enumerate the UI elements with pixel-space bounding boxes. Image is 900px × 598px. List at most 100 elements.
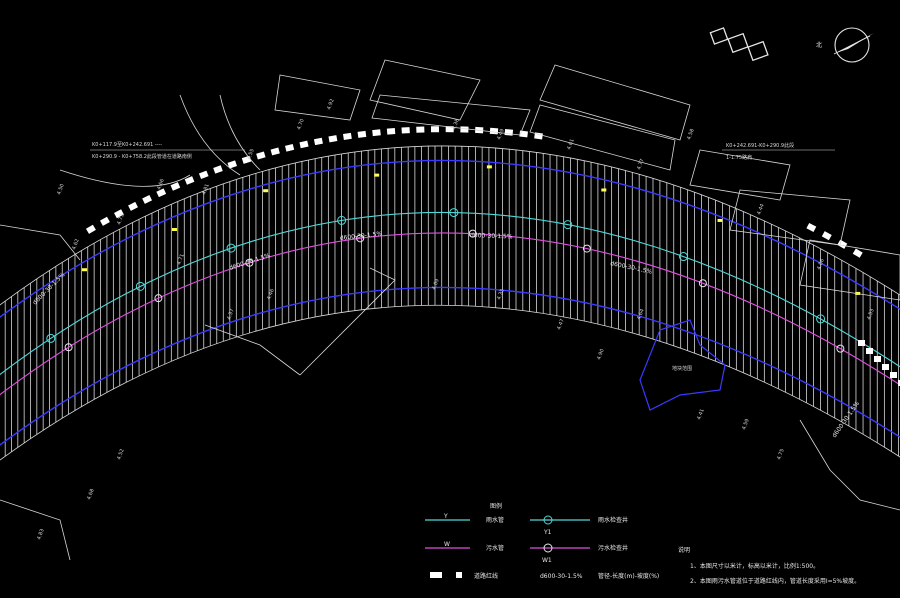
hedge-icon xyxy=(430,572,442,578)
spot-height: 4.41 xyxy=(696,408,705,421)
spot-height: 4.69 xyxy=(431,278,440,291)
legend-rain-label: 雨水管 xyxy=(486,516,504,524)
lot-line xyxy=(59,169,191,187)
road-kerb-south xyxy=(0,304,900,461)
hedge-square xyxy=(460,126,469,133)
hedge-square xyxy=(343,132,352,140)
spot-height: 4.50 xyxy=(56,183,65,196)
lot-line xyxy=(0,224,81,261)
hedge-square xyxy=(85,224,96,234)
lots-south xyxy=(0,267,900,561)
hedge-square xyxy=(284,143,295,152)
hedge-square xyxy=(504,128,514,136)
compass-label: 北 xyxy=(816,41,822,49)
notes-title: 说明 xyxy=(678,546,690,554)
spot-height: 4.77 xyxy=(636,158,645,171)
hedge-square xyxy=(416,126,425,133)
legend-grade-symbol: d600-30-1.5% xyxy=(540,573,583,580)
hedge-square xyxy=(198,170,209,180)
road-edges xyxy=(0,145,900,461)
lot-line xyxy=(0,499,71,561)
sewage-pipe-line xyxy=(0,232,900,396)
road-hatching xyxy=(4,145,899,457)
cad-drawing-canvas: 北 K0+117.9至K0+242.691 ---- K0+290.9 - K0… xyxy=(0,27,900,585)
spot-height: 4.38 xyxy=(451,118,460,131)
pond-label: 地块范围 xyxy=(672,365,692,372)
hedge-square xyxy=(142,194,153,204)
inlet-marker xyxy=(717,218,723,222)
notes-item: 1、本图尺寸以米计，标高以米计，比例1:500。 xyxy=(690,562,819,570)
lot-line xyxy=(299,267,396,376)
legend-hedge-label: 道路红线 xyxy=(474,572,498,580)
hedge-square xyxy=(270,147,280,156)
spot-height: 4.75 xyxy=(776,448,785,461)
grade-label: d600-30-1.5% xyxy=(470,232,513,240)
hedge-square xyxy=(874,356,881,362)
buildings-north xyxy=(0,59,900,301)
spot-height: 4.46 xyxy=(266,288,275,301)
hedge-square xyxy=(372,129,381,137)
inlet-marker xyxy=(81,268,87,272)
spot-height: 4.90 xyxy=(596,348,605,361)
building-block xyxy=(799,239,900,301)
legend-grade-label: 管径-长度(m)-坡度(%) xyxy=(598,572,659,580)
legend-sewage-well-label: 污水检查井 xyxy=(598,544,628,552)
lot-line xyxy=(799,419,900,511)
hedge-square xyxy=(852,248,863,258)
chainage-note: K0+290.9 - K0+758.2此段管道在道路南侧 xyxy=(92,153,192,160)
hedge-square xyxy=(858,340,865,346)
building-block xyxy=(539,64,691,141)
hedge-square xyxy=(213,165,223,174)
spot-height: 4.81 xyxy=(201,183,210,196)
hedge-square xyxy=(299,140,309,149)
spot-height: 4.70 xyxy=(296,118,305,131)
inlet-marker xyxy=(601,188,607,192)
spot-height: 4.58 xyxy=(686,128,695,141)
chainage-note: K0+242.691-K0+290.9此段 xyxy=(726,142,794,149)
building-block xyxy=(369,59,481,121)
inlet-marker xyxy=(171,228,177,232)
notes-item: 2、本图雨污水管道位于道路红线内，管道长度采用I=5%坡度。 xyxy=(690,577,860,585)
hedge-square xyxy=(837,239,848,249)
chainage-note: K0+117.9至K0+242.691 ---- xyxy=(92,142,162,148)
hedge-square xyxy=(882,364,889,370)
hedge-square xyxy=(128,201,138,211)
legend-rain-well-symbol: Y1 xyxy=(543,529,552,536)
legend-sewage-label: 污水管 xyxy=(486,544,504,552)
legend: 图例 Y 雨水管 Y1 雨水检查井 W 污水管 W1 污水检查井 道路红线 d6… xyxy=(425,502,659,580)
legend-rain-symbol: Y xyxy=(443,513,448,520)
grade-label: d600-30-1.5% xyxy=(339,231,382,242)
inlet-marker xyxy=(486,165,492,169)
legend-sewage-well-symbol: W1 xyxy=(542,557,552,564)
spot-height: 4.52 xyxy=(116,448,125,461)
building-block xyxy=(274,74,361,121)
hedge-square xyxy=(866,348,873,354)
spot-height: 4.53 xyxy=(866,308,875,321)
hedge-square xyxy=(401,127,410,134)
inlet-marker xyxy=(263,189,269,193)
north-arrow-icon: 北 xyxy=(816,27,874,63)
hedge-square xyxy=(386,128,396,135)
hedge-square xyxy=(489,127,499,135)
chainage-note: 1-1.75路肩 xyxy=(726,154,752,161)
notes: 说明 1、本图尺寸以米计，标高以米计，比例1:500。 2、本图雨污水管道位于道… xyxy=(678,546,860,585)
spot-height: 4.92 xyxy=(326,98,335,111)
spot-height: 4.64 xyxy=(636,308,645,321)
hedge-square xyxy=(256,151,266,160)
hedge-square xyxy=(170,182,181,191)
hedge-square xyxy=(890,372,897,378)
hedge-square xyxy=(806,222,817,232)
hedge-square xyxy=(357,130,367,138)
building-block xyxy=(729,189,851,246)
legend-sewage-symbol: W xyxy=(444,541,450,548)
inlet-marker xyxy=(374,173,380,177)
building-block xyxy=(529,104,676,171)
spot-height: 4.59 xyxy=(741,418,750,431)
hedge-square xyxy=(430,126,440,133)
legend-rain-well-label: 雨水检查井 xyxy=(598,516,628,524)
hedge-square xyxy=(821,231,832,241)
spot-height: 4.68 xyxy=(86,488,95,501)
legend-title: 图例 xyxy=(490,502,502,510)
hedge-square xyxy=(313,137,323,146)
spot-height: 4.62 xyxy=(71,238,80,251)
